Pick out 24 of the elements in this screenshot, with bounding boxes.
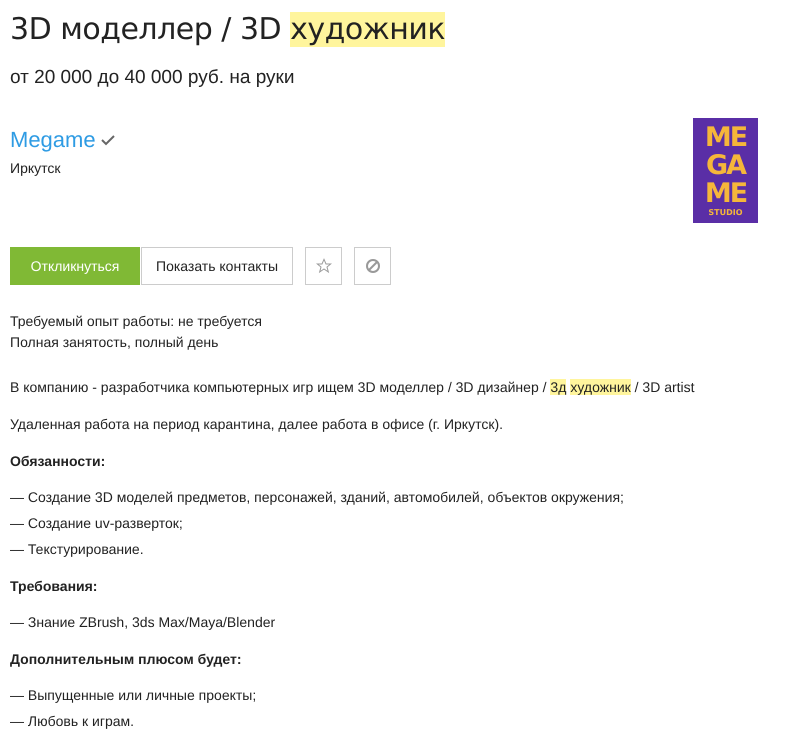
company-logo: ME GA ME STUDIO — [693, 118, 758, 223]
company-link[interactable]: Megame — [10, 126, 96, 154]
salary-text: от 20 000 до 40 000 руб. на руки — [10, 66, 296, 90]
section-heading: Обязанности: — [10, 452, 106, 471]
list-item: — Создание uv-разверток; — [10, 514, 184, 533]
show-contacts-button[interactable]: Показать контакты — [141, 247, 294, 285]
requirement-text: Требуемый опыт работы: не требуется — [10, 312, 263, 331]
hide-button[interactable] — [354, 247, 392, 285]
list-item: — Создание 3D моделей предметов, персонажей, зданий, автомобилей, объектов окружения; — [10, 488, 625, 507]
list-item: — Любовь к играм. — [10, 712, 136, 729]
city-text: Иркутск — [10, 160, 62, 176]
star-icon — [316, 258, 332, 274]
requirement-text: Полная занятость, полный день — [10, 333, 220, 352]
section-heading: Требования: — [10, 577, 98, 596]
description-paragraph: Удаленная работа на период карантина, далее работа в офисе (г. Иркутск). — [10, 415, 504, 434]
respond-button[interactable]: Откликнуться — [10, 247, 140, 285]
list-item: — Текстурирование. — [10, 540, 145, 559]
favorite-button[interactable] — [305, 247, 342, 285]
vacancy-title: 3D моделлер / 3D художник — [10, 11, 446, 48]
section-heading: Дополнительным плюсом будет: — [10, 650, 243, 669]
block-icon — [364, 258, 381, 274]
list-item: — Выпущенные или личные проекты; — [10, 686, 258, 705]
list-item: — Знание ZBrush, 3ds Max/Maya/Blender — [10, 613, 276, 632]
description-paragraph: В компанию - разработчика компьютерных игр ищем 3D моделлер / 3D дизайнер / 3д художник / 3D artist — [10, 378, 696, 397]
